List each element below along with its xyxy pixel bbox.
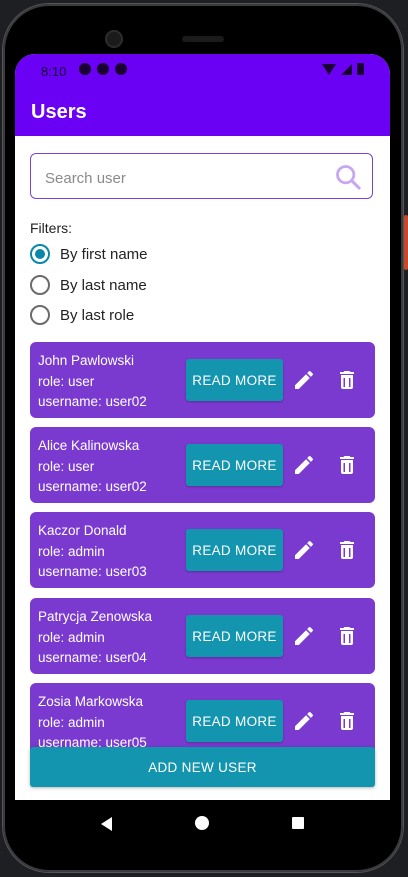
read-more-button[interactable]: READ MORE [186, 444, 283, 486]
pencil-icon[interactable] [292, 453, 316, 477]
signal-icon [341, 63, 352, 75]
user-username: username: user02 [38, 479, 147, 494]
notification-icon [97, 63, 109, 75]
user-name: John Pawlowski [38, 353, 135, 368]
notification-icon [79, 63, 91, 75]
user-name: Kaczor Donald [38, 523, 127, 538]
read-more-button[interactable]: READ MORE [186, 700, 283, 742]
search-input[interactable] [43, 166, 327, 190]
trash-icon[interactable] [335, 453, 359, 477]
pencil-icon[interactable] [292, 624, 316, 648]
filter-option-first-name[interactable]: By first name [30, 241, 148, 267]
status-bar: 8:10 [15, 54, 390, 88]
user-list[interactable]: John Pawlowski role: user username: user… [30, 342, 375, 752]
user-card: John Pawlowski role: user username: user… [30, 342, 375, 418]
filter-option-label: By last name [60, 276, 147, 294]
user-role: role: user [38, 458, 95, 474]
user-info: Patrycja Zenowska role: admin username: … [38, 607, 152, 669]
user-info: Zosia Markowska role: admin username: us… [38, 692, 147, 752]
user-name: Alice Kalinowska [38, 438, 140, 453]
app-bar: Users [15, 88, 390, 136]
trash-icon[interactable] [335, 368, 359, 392]
filter-option-last-role[interactable]: By last role [30, 302, 134, 328]
user-card: Patrycja Zenowska role: admin username: … [30, 598, 375, 674]
main-content: Filters: By first name By last name By l… [15, 136, 390, 800]
radio-button-checked[interactable] [30, 244, 50, 264]
user-username: username: user02 [38, 394, 147, 409]
radio-button[interactable] [30, 305, 50, 325]
read-more-button[interactable]: READ MORE [186, 529, 283, 571]
read-more-button[interactable]: READ MORE [186, 615, 283, 657]
side-power-button [404, 215, 408, 270]
user-card: Alice Kalinowska role: user username: us… [30, 427, 375, 503]
user-name: Patrycja Zenowska [38, 609, 153, 624]
user-username: username: user03 [38, 564, 147, 579]
battery-icon [357, 63, 364, 75]
device-frame: 8:10 Users Filters: [0, 0, 408, 877]
add-new-user-button[interactable]: ADD NEW USER [30, 747, 375, 787]
home-circle-icon[interactable] [195, 816, 209, 830]
system-nav-bar [15, 800, 390, 848]
search-field[interactable] [30, 153, 373, 199]
pencil-icon[interactable] [292, 709, 316, 733]
filter-option-label: By first name [60, 245, 148, 263]
pencil-icon[interactable] [292, 368, 316, 392]
user-role: role: admin [38, 714, 105, 730]
user-name: Zosia Markowska [38, 694, 144, 709]
user-info: Alice Kalinowska role: user username: us… [38, 436, 147, 498]
system-icons [322, 63, 364, 75]
user-role: role: admin [38, 629, 105, 645]
filter-option-last-name[interactable]: By last name [30, 272, 147, 298]
app-screen: 8:10 Users Filters: [15, 54, 390, 800]
radio-button[interactable] [30, 275, 50, 295]
user-username: username: user04 [38, 650, 147, 665]
user-card: Kaczor Donald role: admin username: user… [30, 512, 375, 588]
user-info: Kaczor Donald role: admin username: user… [38, 521, 147, 583]
user-role: role: admin [38, 543, 105, 559]
trash-icon[interactable] [335, 709, 359, 733]
wifi-icon [322, 63, 336, 75]
search-icon[interactable] [334, 163, 362, 191]
trash-icon[interactable] [335, 538, 359, 562]
page-title: Users [31, 101, 87, 123]
back-triangle-icon[interactable] [97, 814, 117, 834]
user-role: role: user [38, 373, 95, 389]
notification-icons [79, 63, 127, 75]
filters-label: Filters: [30, 220, 72, 236]
filter-option-label: By last role [60, 306, 135, 324]
recents-square-icon[interactable] [292, 817, 304, 829]
read-more-button[interactable]: READ MORE [186, 359, 283, 401]
trash-icon[interactable] [335, 624, 359, 648]
notification-icon [115, 63, 127, 75]
status-time: 8:10 [41, 64, 67, 79]
earpiece-speaker [182, 36, 224, 42]
user-info: John Pawlowski role: user username: user… [38, 351, 147, 413]
front-camera [105, 30, 123, 48]
user-card: Zosia Markowska role: admin username: us… [30, 683, 375, 752]
pencil-icon[interactable] [292, 538, 316, 562]
